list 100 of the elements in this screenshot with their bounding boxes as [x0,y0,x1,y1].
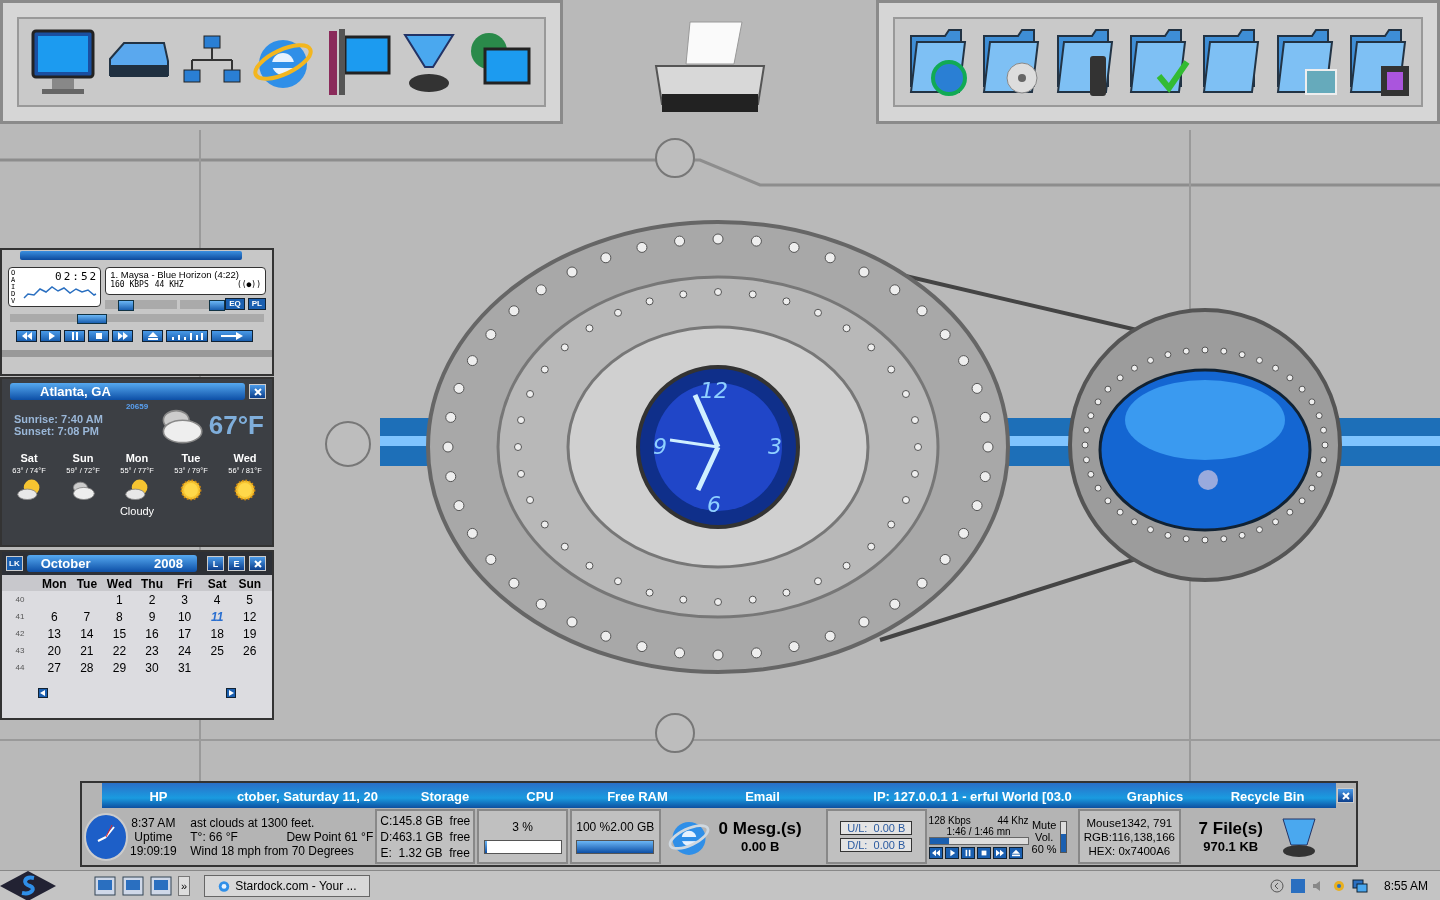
previous-month-button[interactable] [38,688,48,698]
calendar-day[interactable]: 26 [233,643,266,658]
sunrise-time: Sunrise: 7:40 AM [14,413,104,425]
section-header: Free RAM [606,789,669,804]
music-bitrate: 128 Kbps [928,814,971,826]
quick-launch-icon[interactable] [122,876,144,896]
music-progress[interactable] [928,836,1029,845]
calendar-day[interactable]: 19 [233,626,266,641]
calendar-day[interactable]: 21 [70,643,104,658]
play-button[interactable] [944,846,959,859]
eject-button[interactable] [1008,846,1023,859]
calendar-day[interactable]: 13 [38,626,71,641]
week-number: 43 [14,646,26,655]
calendar-day[interactable]: 27 [38,660,71,675]
weekday-header: Tue [75,577,99,591]
start-logo-icon[interactable] [0,871,56,900]
calendar-day[interactable]: 23 [135,643,169,658]
stop-button[interactable] [88,330,109,342]
calendar-day[interactable]: 22 [103,643,136,658]
forecast-day: Tue [181,452,201,464]
forecast-day: Wed [233,452,257,464]
player-toggle-button[interactable]: EQ [225,298,245,310]
calendar-day[interactable]: 14 [70,626,104,641]
bolt-drawing [325,421,371,467]
stop-icon [979,848,988,857]
calendar-day[interactable]: 30 [135,660,169,675]
week-number: 40 [14,595,26,604]
calendar-day[interactable]: 6 [38,609,71,624]
current-temperature: 67°F [208,409,264,441]
calendar-day[interactable]: 25 [200,643,234,658]
pause-button[interactable] [960,846,975,859]
weekday-header: Thu [140,577,164,591]
next-button[interactable] [112,330,133,342]
music-sample-rate: 44 Khz [997,814,1029,826]
volume-slider[interactable] [105,299,178,309]
repeat-button[interactable] [211,330,253,342]
calendar-day[interactable]: 16 [135,626,169,641]
more-button[interactable]: » [178,876,191,896]
calendar-day[interactable]: 5 [233,592,266,607]
close-button[interactable] [249,384,266,399]
track-title: 1. Maysa - Blue Horizon (4:22) [110,269,240,280]
temperature-reading: T°: 66 °F [190,829,238,844]
calendar-day[interactable]: 24 [168,643,201,658]
close-button[interactable] [1337,788,1354,803]
calendar-day[interactable]: 3 [168,592,201,607]
sample-rate: 44 KHZ [154,280,184,289]
calendar-day[interactable]: 20 [38,643,71,658]
prev-button[interactable] [928,846,943,859]
calendar-day[interactable]: 4 [200,592,234,607]
calendar-view-button[interactable]: L [207,556,224,571]
equalizer-button[interactable] [166,330,208,342]
balance-slider[interactable] [180,299,223,309]
prev-icon [931,848,940,857]
quick-launch-icon[interactable] [150,876,172,896]
next-month-button[interactable] [226,688,236,698]
next-button[interactable] [992,846,1007,859]
calendar-day[interactable]: 9 [135,609,169,624]
calendar-day[interactable]: 29 [103,660,136,675]
calendar-view-button[interactable]: E [228,556,245,571]
close-icon [253,387,262,396]
section-header: Graphics [1125,789,1185,804]
calendar-day[interactable]: 7 [70,609,104,624]
wind-reading: Wind 18 mph from 70 Degrees [190,843,355,858]
calendar-day[interactable]: 31 [168,660,201,675]
stereo-indicator: ((●)) [236,280,261,289]
section-header: IP: 127.0.0.1 1 - erful World [03.0 [872,789,1073,804]
play-button[interactable] [40,330,61,342]
uptime-value: 19:09:19 [130,843,177,858]
calendar-day[interactable]: 10 [168,609,201,624]
seek-slider[interactable] [10,314,264,322]
mute-label[interactable]: Mute [1031,818,1057,831]
section-header: ctober, Saturday 11, 20 [236,789,379,804]
pause-button[interactable] [64,330,85,342]
stop-button[interactable] [976,846,991,859]
calendar-day[interactable]: 2 [135,592,169,607]
prev-button[interactable] [16,330,37,342]
monitor-icon[interactable] [29,27,96,97]
week-number: 44 [14,663,26,672]
logo-badge[interactable]: LK [6,556,23,571]
calendar-day[interactable]: 8 [103,609,136,624]
eject-icon [1011,848,1020,857]
calendar-day[interactable]: 18 [200,626,234,641]
taskbar-button[interactable]: Stardock.com - Your ... [204,875,370,897]
quick-launch-icon[interactable] [94,876,116,896]
calendar-day[interactable]: 1 [103,592,136,607]
tray-app-icon[interactable] [1289,878,1306,894]
eject-button[interactable] [142,330,163,342]
calendar-day[interactable]: 11 [200,609,234,624]
calendar-day[interactable]: 28 [70,660,104,675]
network-icon[interactable] [1351,878,1368,894]
forecast-day: Mon [125,452,149,464]
calendar-day[interactable]: 12 [233,609,266,624]
location-code: 20659 [124,402,150,411]
player-toggle-button[interactable]: PL [247,298,266,310]
volume-meter[interactable] [1059,820,1067,853]
close-button[interactable] [249,556,266,571]
arrow-icon [221,332,243,340]
calendar-day[interactable]: 17 [168,626,201,641]
calendar-day[interactable]: 15 [103,626,136,641]
year: 2008 [154,556,183,571]
